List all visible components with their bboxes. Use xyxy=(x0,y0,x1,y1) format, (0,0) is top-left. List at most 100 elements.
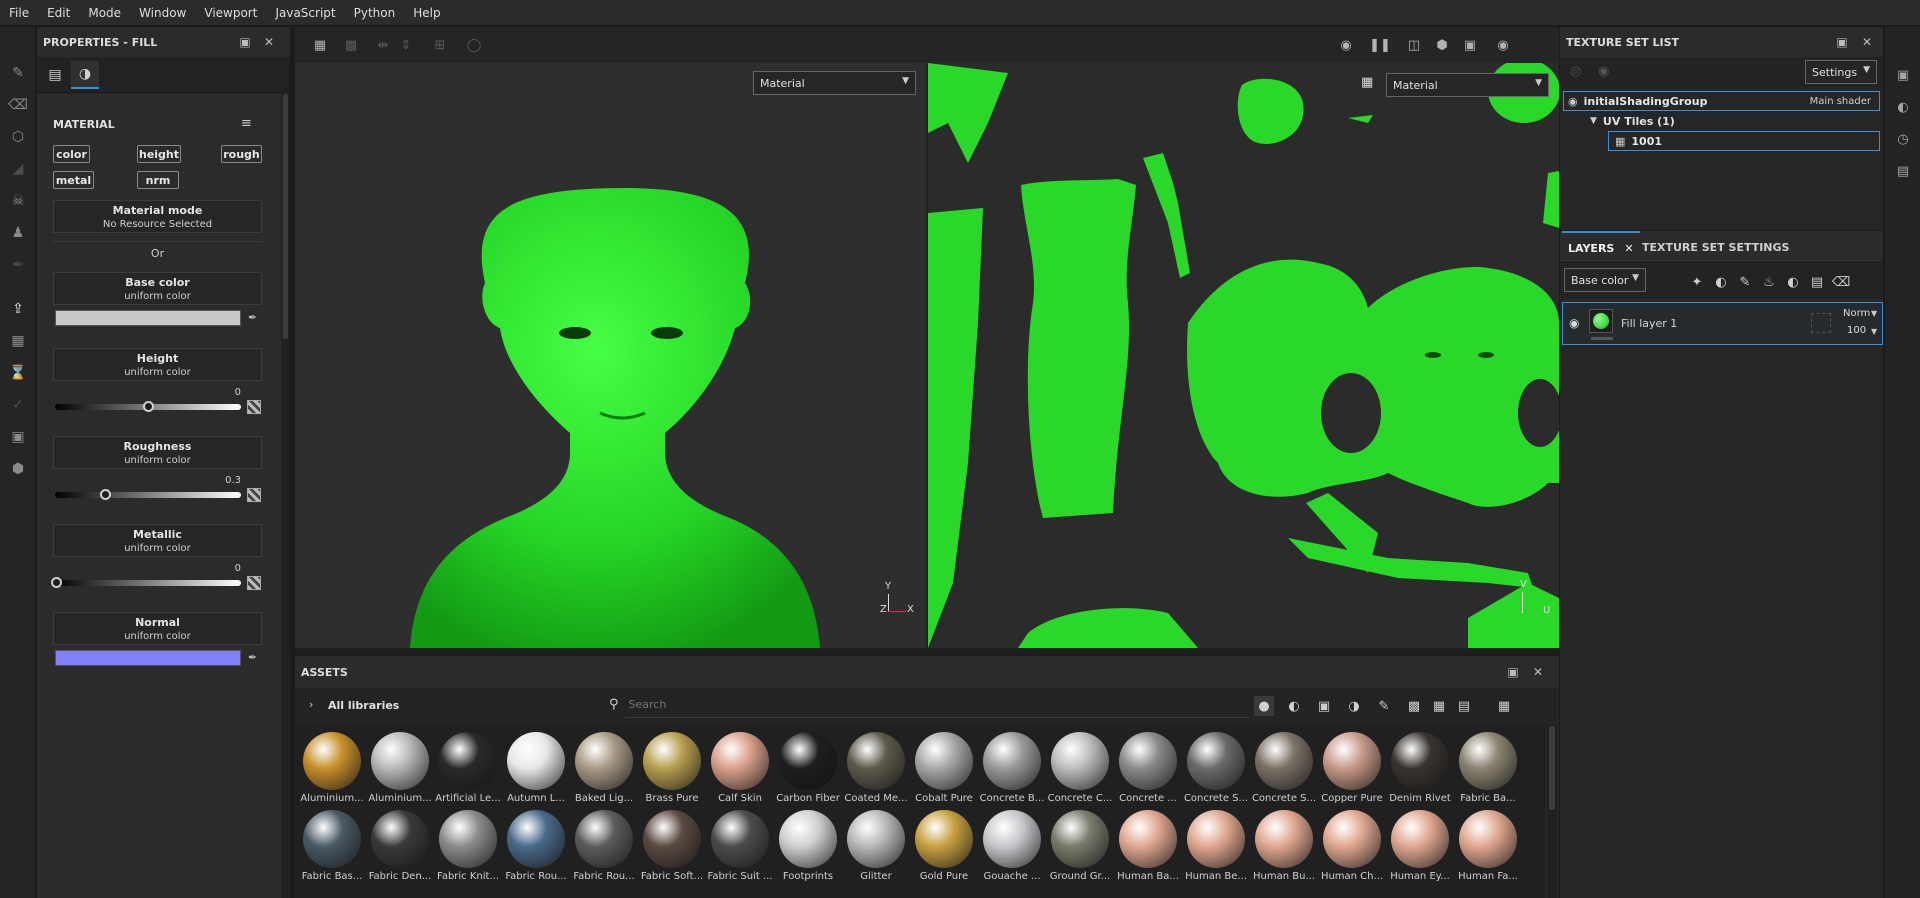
asset-tile[interactable]: Human Ey... xyxy=(1387,808,1453,886)
asset-tile[interactable]: Concrete ... xyxy=(1115,730,1181,808)
asset-tile[interactable]: Fabric Rou... xyxy=(571,808,637,886)
uv-settings-icon[interactable]: ▦ xyxy=(1361,75,1373,90)
video-camera-icon[interactable]: ▣ xyxy=(1461,36,1479,54)
add-fill-layer-icon[interactable]: ♨ xyxy=(1760,273,1778,291)
asset-tile[interactable]: Concrete C... xyxy=(1047,730,1113,808)
metallic-box[interactable]: Metallic uniform color xyxy=(53,524,262,557)
settings-dropdown[interactable]: Settings ▼ xyxy=(1805,60,1877,84)
asset-tile[interactable]: Human Bu... xyxy=(1251,808,1317,886)
add-mask-icon[interactable]: ◐ xyxy=(1712,273,1730,291)
asset-tile[interactable]: Concrete B... xyxy=(979,730,1045,808)
add-folder-icon[interactable]: ▤ xyxy=(1808,273,1826,291)
asset-tile[interactable]: Calf Skin xyxy=(707,730,773,808)
asset-tile[interactable]: Concrete S... xyxy=(1251,730,1317,808)
tab-texture-set-settings[interactable]: TEXTURE SET SETTINGS xyxy=(1642,231,1789,263)
menu-mode[interactable]: Mode xyxy=(79,0,130,26)
asset-tile[interactable]: Cobalt Pure xyxy=(911,730,977,808)
base-color-box[interactable]: Base color uniform color xyxy=(53,272,262,305)
menu-file[interactable]: File xyxy=(0,0,38,26)
menu-help[interactable]: Help xyxy=(404,0,449,26)
asset-tile[interactable]: Fabric Soft... xyxy=(639,808,705,886)
viewport-2d-uv[interactable]: ▦ Material ▼ V U xyxy=(928,63,1559,648)
asset-tile[interactable]: Fabric Knit... xyxy=(435,808,501,886)
undock-icon[interactable]: ▣ xyxy=(237,34,253,50)
channel-metal-chip[interactable]: metal xyxy=(53,171,94,189)
smudge-icon[interactable]: ☠ xyxy=(9,192,27,210)
add-effect-icon[interactable]: ✦ xyxy=(1688,273,1706,291)
filter-brushes-icon[interactable]: ✎ xyxy=(1374,696,1394,716)
clone-stamp-icon[interactable]: ♟ xyxy=(9,224,27,242)
display-cube-icon[interactable]: ⬢ xyxy=(1433,36,1451,54)
menu-javascript[interactable]: JavaScript xyxy=(266,0,344,26)
assets-search-input[interactable] xyxy=(628,698,1209,711)
eraser-icon[interactable]: ⌫ xyxy=(8,96,28,114)
pause-icon[interactable]: ❚❚ xyxy=(1369,36,1391,54)
menu-edit[interactable]: Edit xyxy=(38,0,79,26)
asset-tile[interactable]: Coated Me... xyxy=(843,730,909,808)
asset-tile[interactable]: Fabric Suit ... xyxy=(707,808,773,886)
asset-tile[interactable]: Ground Gr... xyxy=(1047,808,1113,886)
asset-tile[interactable]: Human Ch... xyxy=(1319,808,1385,886)
chevron-right-icon[interactable]: › xyxy=(309,698,313,711)
eye-icon[interactable]: ◉ xyxy=(1568,95,1578,108)
eye-icon[interactable]: ◉ xyxy=(1598,64,1609,79)
camera-icon[interactable]: ▣ xyxy=(9,428,27,446)
scrollbar-thumb[interactable] xyxy=(1549,726,1555,810)
menu-viewport[interactable]: Viewport xyxy=(195,0,266,26)
viewport-bottom-divider[interactable] xyxy=(295,648,1559,654)
filter-masks-icon[interactable]: ▣ xyxy=(1314,696,1334,716)
assets-search-box[interactable]: ⚲ xyxy=(609,692,1249,718)
layer-row[interactable]: ◉ Fill layer 1 Norm ▼ 100 ▼ xyxy=(1562,302,1883,345)
screenshot-icon[interactable]: ◉ xyxy=(1494,36,1512,54)
add-icon[interactable]: ⊞ xyxy=(431,36,449,54)
asset-tile[interactable]: Human Ba... xyxy=(1115,808,1181,886)
asset-tile[interactable]: Glitter xyxy=(843,808,909,886)
roughness-slider-knob[interactable] xyxy=(100,489,111,500)
asset-tile[interactable]: Gouache ... xyxy=(979,808,1045,886)
undock-icon[interactable]: ▣ xyxy=(1505,664,1521,680)
asset-tile[interactable]: Fabric Rou... xyxy=(503,808,569,886)
close-icon[interactable]: ✕ xyxy=(1624,242,1633,255)
measure-icon[interactable]: ✓ xyxy=(9,396,27,414)
grid-icon[interactable]: ▩ xyxy=(342,36,360,54)
layer-name[interactable]: Fill layer 1 xyxy=(1621,317,1677,330)
layer-opacity[interactable]: 100 xyxy=(1847,325,1866,336)
metallic-random-icon[interactable] xyxy=(247,576,261,590)
section-menu-icon[interactable]: ≡ xyxy=(241,116,252,131)
scrollbar-thumb[interactable] xyxy=(283,94,288,339)
asset-tile[interactable]: Autumn L... xyxy=(503,730,569,808)
cube-icon[interactable]: ⬢ xyxy=(9,460,27,478)
uv-tiles-row[interactable]: ▼ UV Tiles (1) xyxy=(1590,111,1675,131)
height-slider-knob[interactable] xyxy=(143,401,154,412)
channel-nrm-chip[interactable]: nrm xyxy=(137,171,179,189)
asset-tile[interactable]: Fabric Ba... xyxy=(1455,730,1521,808)
filter-textures-icon[interactable]: ▩ xyxy=(1404,696,1424,716)
history-icon[interactable]: ◯ xyxy=(465,36,483,54)
mirror-x-icon[interactable]: ⇹ xyxy=(374,36,392,54)
tab-material[interactable]: ◑ xyxy=(71,61,99,89)
asset-tile[interactable]: Aluminium... xyxy=(367,730,433,808)
height-box[interactable]: Height uniform color xyxy=(53,348,262,381)
channel-color-chip[interactable]: color xyxy=(53,145,90,163)
tab-layer-properties[interactable]: ▤ xyxy=(41,61,69,89)
paint-brush-icon[interactable]: ✎ xyxy=(9,64,27,82)
filter-smart-materials-icon[interactable]: ◐ xyxy=(1284,696,1304,716)
view-mode-icon[interactable]: ◫ xyxy=(1405,36,1423,54)
channel-dropdown[interactable]: Base color ▼ xyxy=(1564,268,1646,292)
hide-icon[interactable]: ◎ xyxy=(1570,64,1581,79)
tab-layers[interactable]: LAYERS ✕ xyxy=(1562,231,1640,263)
filter-environments-icon[interactable]: ▤ xyxy=(1454,696,1474,716)
viewport-3d[interactable]: Material ▼ Y X Z xyxy=(295,63,928,648)
asset-tile[interactable]: Aluminium... xyxy=(299,730,365,808)
asset-tile[interactable]: Human Fa... xyxy=(1455,808,1521,886)
texture-set-row[interactable]: ◉ initialShadingGroup Main shader xyxy=(1563,91,1880,111)
bake-export-icon[interactable]: ⇪ xyxy=(9,300,27,318)
channel-height-chip[interactable]: height xyxy=(137,145,181,163)
close-icon[interactable]: ✕ xyxy=(1530,664,1546,680)
filter-materials-icon[interactable]: ● xyxy=(1254,696,1274,716)
roughness-box[interactable]: Roughness uniform color xyxy=(53,436,262,469)
bake-mesh-icon[interactable]: ▦ xyxy=(9,332,27,350)
shader-settings-icon[interactable]: ◐ xyxy=(1894,98,1912,116)
display-settings-icon[interactable]: ▣ xyxy=(1894,66,1912,84)
asset-tile[interactable]: Gold Pure xyxy=(911,808,977,886)
